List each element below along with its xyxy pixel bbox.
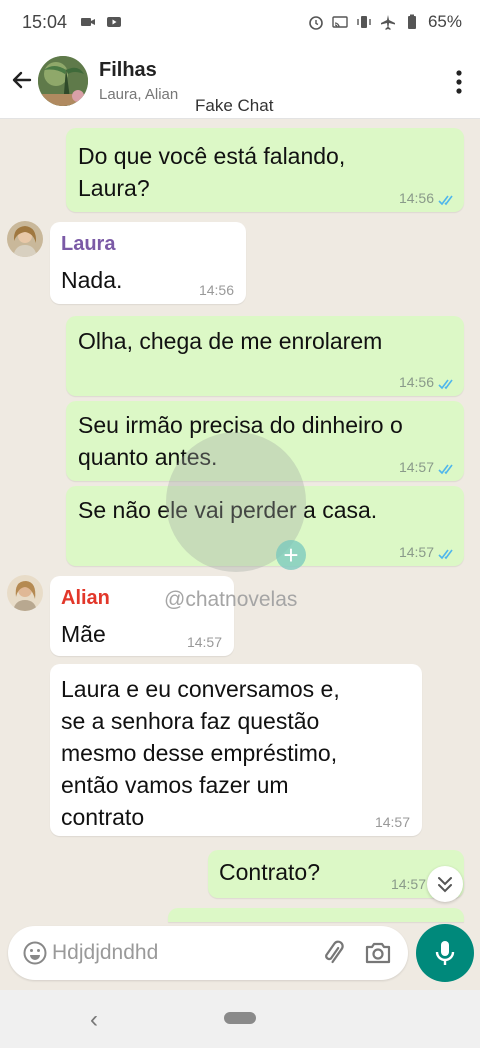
message-text: Olha, chega de me enrolarem [78,328,383,354]
back-arrow-icon[interactable] [8,66,36,94]
mic-button[interactable] [416,924,474,982]
airplane-icon [380,15,395,30]
scroll-down-button[interactable] [427,866,463,902]
read-ticks-icon [438,464,453,475]
message-time: 14:56 [198,282,234,298]
laura-avatar[interactable] [7,221,43,257]
message-time: 14:57 [374,814,410,830]
alian-avatar-image [7,575,43,611]
system-nav-bar: ‹ [0,990,480,1048]
app-label: Fake Chat [195,96,274,115]
status-time: 15:04 [22,12,68,32]
chat-header: Filhas Laura, Alian Fake Chat [0,46,480,119]
mic-icon [435,941,455,965]
youtube-icon [107,17,121,27]
watermark-text: @chatnovelas [164,588,298,611]
read-ticks-icon [438,195,453,206]
message-time: 14:57 [390,876,426,892]
sender-name: Laura [61,233,116,255]
chat-title[interactable]: Filhas [99,59,157,82]
alarm-icon [309,16,323,30]
battery-percent: 65% [427,12,462,31]
chat-screen: 15:04 65% Filhas Laura, Alian Fake Chat … [0,0,480,1048]
group-avatar[interactable] [38,56,88,106]
message-text: Nada. [61,267,123,293]
status-right-icons: 65% [308,12,462,32]
read-ticks-icon [438,379,453,390]
scroll-down-icon [438,877,452,893]
message-composer [8,926,408,980]
message-time: 14:56 [398,374,434,390]
camera-icon[interactable] [364,940,392,966]
battery-icon [407,14,416,29]
read-ticks-icon [438,549,453,560]
nav-back-icon[interactable]: ‹ [90,1006,98,1034]
message-time: 14:57 [398,459,434,475]
message-time: 14:57 [398,544,434,560]
message-outgoing[interactable]: Olha, chega de me enrolarem 14:56 [66,316,464,396]
message-text: Laura e eu conversamos e, se a senhora f… [61,676,340,830]
status-bar: 15:04 65% [0,0,480,46]
cast-icon [332,16,348,28]
message-text: Contrato? [219,859,321,885]
watermark-plus-icon: + [276,540,306,570]
message-text: Mãe [61,621,106,647]
video-icon [81,18,95,26]
message-incoming[interactable]: Laura Nada. 14:56 [50,222,246,304]
attach-icon[interactable] [320,939,346,967]
sender-name: Alian [61,587,110,609]
vibrate-icon [357,16,371,28]
group-avatar-image [38,56,88,106]
emoji-icon[interactable] [22,940,48,966]
message-outgoing[interactable]: Contrato? 14:57 [208,850,464,898]
chat-subtitle[interactable]: Laura, Alian [99,86,178,103]
message-text: Do que você está falando, Laura? [78,143,346,201]
alian-avatar[interactable] [7,575,43,611]
message-outgoing-partial [168,908,464,922]
message-input[interactable] [52,937,302,969]
status-left-icons [80,14,122,30]
message-outgoing[interactable]: Do que você está falando, Laura? 14:56 [66,128,464,212]
message-time: 14:56 [398,190,434,206]
message-time: 14:57 [186,634,222,650]
nav-home-icon[interactable] [224,1012,256,1024]
menu-dots-icon[interactable] [454,68,464,96]
message-incoming[interactable]: Laura e eu conversamos e, se a senhora f… [50,664,422,836]
laura-avatar-image [7,221,43,257]
